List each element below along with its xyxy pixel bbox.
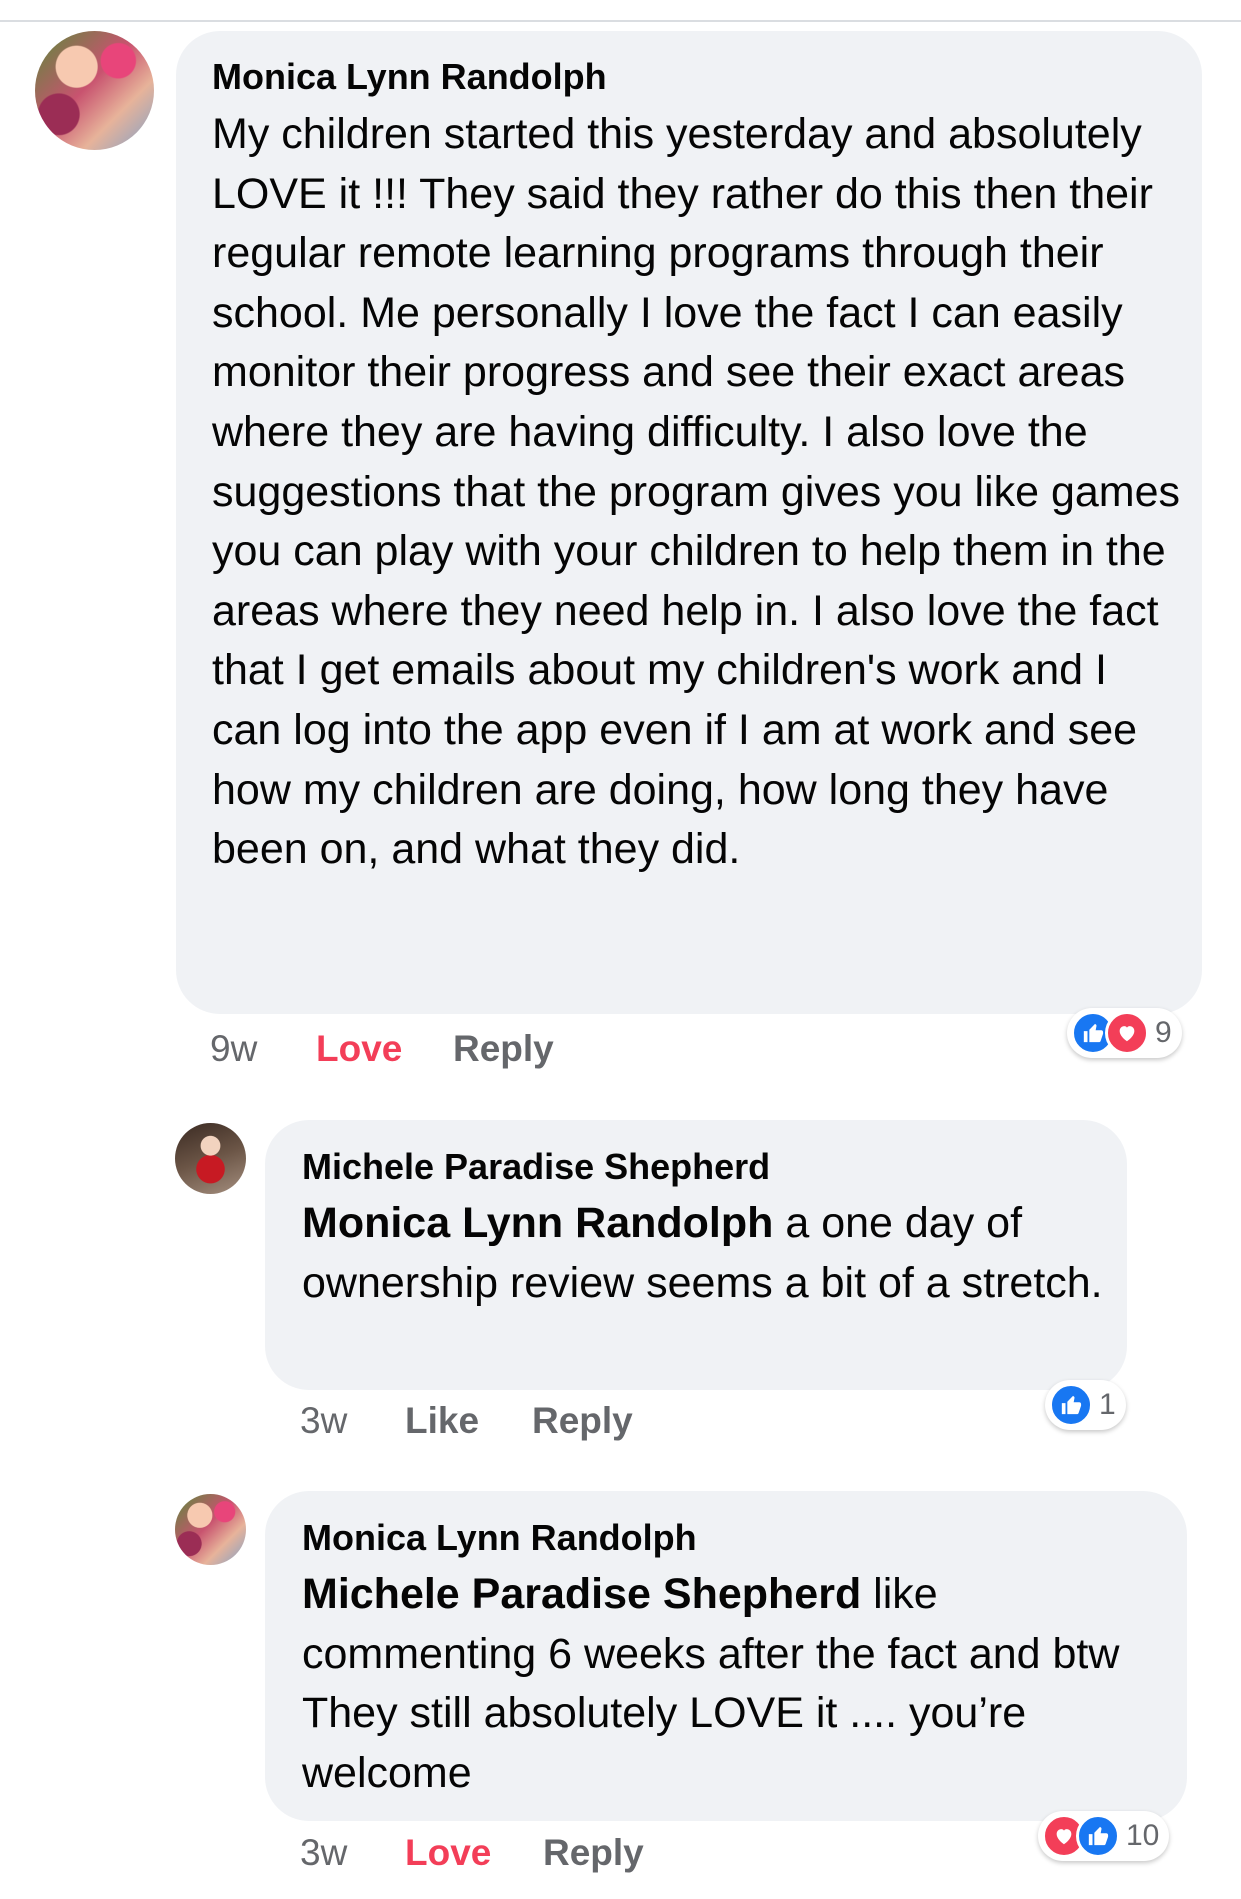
comment-author[interactable]: Michele Paradise Shepherd: [302, 1146, 770, 1188]
comment-author[interactable]: Monica Lynn Randolph: [212, 56, 607, 98]
reply-button[interactable]: Reply: [532, 1400, 633, 1442]
love-button[interactable]: Love: [316, 1028, 402, 1070]
reaction-summary[interactable]: 1: [1045, 1380, 1126, 1430]
like-icon: [1049, 1383, 1093, 1427]
like-icon: [1076, 1814, 1120, 1858]
reaction-count: 10: [1126, 1819, 1160, 1852]
comment-author[interactable]: Monica Lynn Randolph: [302, 1517, 697, 1559]
avatar[interactable]: [175, 1494, 246, 1565]
heart-icon: [1105, 1011, 1149, 1055]
comment-timestamp[interactable]: 3w: [300, 1400, 347, 1442]
reaction-summary[interactable]: 9: [1067, 1008, 1182, 1058]
top-divider: [0, 20, 1241, 22]
mention-link[interactable]: Michele Paradise Shepherd: [302, 1570, 861, 1618]
like-button[interactable]: Like: [405, 1400, 479, 1442]
reaction-count: 9: [1155, 1016, 1172, 1049]
reply-button[interactable]: Reply: [453, 1028, 554, 1070]
love-button[interactable]: Love: [405, 1832, 491, 1874]
comment-text: My children started this yesterday and a…: [212, 110, 1181, 874]
comment-text: Michele Paradise Shepherd like commentin…: [302, 1565, 1172, 1803]
comment-timestamp[interactable]: 3w: [300, 1832, 347, 1874]
comment-timestamp[interactable]: 9w: [210, 1028, 257, 1070]
comment-text: Monica Lynn Randolph a one day of owners…: [302, 1194, 1112, 1313]
avatar[interactable]: [35, 31, 154, 150]
mention-link[interactable]: Monica Lynn Randolph: [302, 1199, 773, 1247]
avatar[interactable]: [175, 1123, 246, 1194]
reaction-summary[interactable]: 10: [1038, 1811, 1170, 1861]
reply-button[interactable]: Reply: [543, 1832, 644, 1874]
reaction-count: 1: [1099, 1388, 1116, 1421]
